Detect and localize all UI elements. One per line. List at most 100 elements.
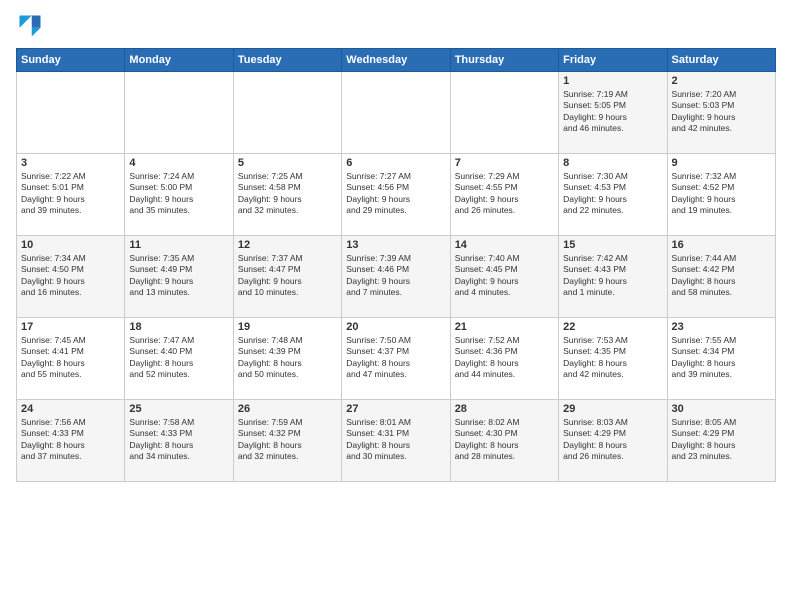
header	[16, 12, 776, 40]
day-number: 14	[455, 239, 554, 251]
day-number: 3	[21, 157, 120, 169]
day-info: Sunrise: 7:24 AM Sunset: 5:00 PM Dayligh…	[129, 171, 228, 217]
day-info: Sunrise: 7:44 AM Sunset: 4:42 PM Dayligh…	[672, 253, 771, 299]
calendar-cell: 2 Sunrise: 7:20 AM Sunset: 5:03 PM Daylig…	[667, 72, 775, 154]
week-row-3: 10 Sunrise: 7:34 AM Sunset: 4:50 PM Dayli…	[17, 236, 776, 318]
calendar-cell	[17, 72, 125, 154]
day-info: Sunrise: 7:35 AM Sunset: 4:49 PM Dayligh…	[129, 253, 228, 299]
day-number: 28	[455, 403, 554, 415]
day-info: Sunrise: 7:19 AM Sunset: 5:05 PM Dayligh…	[563, 89, 662, 135]
calendar-cell: 14Sunrise: 7:40 AM Sunset: 4:45 PM Dayli…	[450, 236, 558, 318]
day-number: 16	[672, 239, 771, 251]
day-info: Sunrise: 8:05 AM Sunset: 4:29 PM Dayligh…	[672, 417, 771, 463]
day-info: Sunrise: 7:45 AM Sunset: 4:41 PM Dayligh…	[21, 335, 120, 381]
day-number: 22	[563, 321, 662, 333]
day-info: Sunrise: 7:22 AM Sunset: 5:01 PM Dayligh…	[21, 171, 120, 217]
day-info: Sunrise: 7:37 AM Sunset: 4:47 PM Dayligh…	[238, 253, 337, 299]
calendar-cell: 17 Sunrise: 7:45 AM Sunset: 4:41 PM Dayli…	[17, 318, 125, 400]
week-row-5: 24 Sunrise: 7:56 AM Sunset: 4:33 PM Dayli…	[17, 400, 776, 482]
calendar-cell	[125, 72, 233, 154]
day-info: Sunrise: 7:42 AM Sunset: 4:43 PM Dayligh…	[563, 253, 662, 299]
day-number: 5	[238, 157, 337, 169]
calendar-cell: 8 Sunrise: 7:30 AM Sunset: 4:53 PM Daylig…	[559, 154, 667, 236]
day-number: 17	[21, 321, 120, 333]
calendar-header: SundayMondayTuesdayWednesdayThursdayFrid…	[17, 49, 776, 72]
day-number: 20	[346, 321, 445, 333]
day-number: 12	[238, 239, 337, 251]
day-number: 2	[672, 75, 771, 87]
day-info: Sunrise: 7:29 AM Sunset: 4:55 PM Dayligh…	[455, 171, 554, 217]
calendar-cell: 23Sunrise: 7:55 AM Sunset: 4:34 PM Dayli…	[667, 318, 775, 400]
weekday-header-row: SundayMondayTuesdayWednesdayThursdayFrid…	[17, 49, 776, 72]
calendar-cell: 1Sunrise: 7:19 AM Sunset: 5:05 PM Daylig…	[559, 72, 667, 154]
day-number: 18	[129, 321, 228, 333]
calendar-cell	[450, 72, 558, 154]
calendar-cell: 15 Sunrise: 7:42 AM Sunset: 4:43 PM Dayli…	[559, 236, 667, 318]
calendar-body: 1Sunrise: 7:19 AM Sunset: 5:05 PM Daylig…	[17, 72, 776, 482]
weekday-tuesday: Tuesday	[233, 49, 341, 72]
day-info: Sunrise: 7:55 AM Sunset: 4:34 PM Dayligh…	[672, 335, 771, 381]
day-number: 4	[129, 157, 228, 169]
calendar-cell: 28 Sunrise: 8:02 AM Sunset: 4:30 PM Dayli…	[450, 400, 558, 482]
day-number: 24	[21, 403, 120, 415]
day-number: 21	[455, 321, 554, 333]
day-number: 10	[21, 239, 120, 251]
day-info: Sunrise: 7:47 AM Sunset: 4:40 PM Dayligh…	[129, 335, 228, 381]
day-number: 11	[129, 239, 228, 251]
day-number: 15	[563, 239, 662, 251]
calendar-cell: 26Sunrise: 7:59 AM Sunset: 4:32 PM Dayli…	[233, 400, 341, 482]
day-info: Sunrise: 7:50 AM Sunset: 4:37 PM Dayligh…	[346, 335, 445, 381]
day-number: 13	[346, 239, 445, 251]
calendar-cell: 16 Sunrise: 7:44 AM Sunset: 4:42 PM Dayli…	[667, 236, 775, 318]
day-info: Sunrise: 7:52 AM Sunset: 4:36 PM Dayligh…	[455, 335, 554, 381]
day-number: 25	[129, 403, 228, 415]
day-number: 6	[346, 157, 445, 169]
day-info: Sunrise: 7:27 AM Sunset: 4:56 PM Dayligh…	[346, 171, 445, 217]
calendar-cell: 6 Sunrise: 7:27 AM Sunset: 4:56 PM Daylig…	[342, 154, 450, 236]
weekday-friday: Friday	[559, 49, 667, 72]
logo	[16, 12, 48, 40]
day-info: Sunrise: 7:53 AM Sunset: 4:35 PM Dayligh…	[563, 335, 662, 381]
day-number: 26	[238, 403, 337, 415]
calendar-cell: 9 Sunrise: 7:32 AM Sunset: 4:52 PM Daylig…	[667, 154, 775, 236]
calendar-cell: 7 Sunrise: 7:29 AM Sunset: 4:55 PM Daylig…	[450, 154, 558, 236]
day-info: Sunrise: 8:03 AM Sunset: 4:29 PM Dayligh…	[563, 417, 662, 463]
weekday-sunday: Sunday	[17, 49, 125, 72]
calendar: SundayMondayTuesdayWednesdayThursdayFrid…	[16, 48, 776, 482]
day-number: 9	[672, 157, 771, 169]
calendar-cell: 20 Sunrise: 7:50 AM Sunset: 4:37 PM Dayli…	[342, 318, 450, 400]
day-number: 7	[455, 157, 554, 169]
weekday-wednesday: Wednesday	[342, 49, 450, 72]
day-info: Sunrise: 7:32 AM Sunset: 4:52 PM Dayligh…	[672, 171, 771, 217]
calendar-cell: 3 Sunrise: 7:22 AM Sunset: 5:01 PM Daylig…	[17, 154, 125, 236]
calendar-cell: 13 Sunrise: 7:39 AM Sunset: 4:46 PM Dayli…	[342, 236, 450, 318]
day-info: Sunrise: 7:25 AM Sunset: 4:58 PM Dayligh…	[238, 171, 337, 217]
week-row-1: 1Sunrise: 7:19 AM Sunset: 5:05 PM Daylig…	[17, 72, 776, 154]
calendar-cell: 19Sunrise: 7:48 AM Sunset: 4:39 PM Dayli…	[233, 318, 341, 400]
calendar-cell: 30 Sunrise: 8:05 AM Sunset: 4:29 PM Dayli…	[667, 400, 775, 482]
day-info: Sunrise: 7:30 AM Sunset: 4:53 PM Dayligh…	[563, 171, 662, 217]
weekday-monday: Monday	[125, 49, 233, 72]
day-number: 8	[563, 157, 662, 169]
day-info: Sunrise: 8:02 AM Sunset: 4:30 PM Dayligh…	[455, 417, 554, 463]
calendar-cell	[233, 72, 341, 154]
logo-icon	[16, 12, 44, 40]
day-info: Sunrise: 7:20 AM Sunset: 5:03 PM Dayligh…	[672, 89, 771, 135]
calendar-cell: 25Sunrise: 7:58 AM Sunset: 4:33 PM Dayli…	[125, 400, 233, 482]
calendar-cell: 4 Sunrise: 7:24 AM Sunset: 5:00 PM Daylig…	[125, 154, 233, 236]
page: SundayMondayTuesdayWednesdayThursdayFrid…	[0, 0, 792, 612]
week-row-2: 3 Sunrise: 7:22 AM Sunset: 5:01 PM Daylig…	[17, 154, 776, 236]
day-info: Sunrise: 7:34 AM Sunset: 4:50 PM Dayligh…	[21, 253, 120, 299]
calendar-cell	[342, 72, 450, 154]
day-number: 30	[672, 403, 771, 415]
weekday-thursday: Thursday	[450, 49, 558, 72]
calendar-cell: 27Sunrise: 8:01 AM Sunset: 4:31 PM Dayli…	[342, 400, 450, 482]
day-number: 27	[346, 403, 445, 415]
calendar-cell: 12 Sunrise: 7:37 AM Sunset: 4:47 PM Dayli…	[233, 236, 341, 318]
weekday-saturday: Saturday	[667, 49, 775, 72]
calendar-cell: 29Sunrise: 8:03 AM Sunset: 4:29 PM Dayli…	[559, 400, 667, 482]
calendar-cell: 10 Sunrise: 7:34 AM Sunset: 4:50 PM Dayli…	[17, 236, 125, 318]
day-info: Sunrise: 7:56 AM Sunset: 4:33 PM Dayligh…	[21, 417, 120, 463]
calendar-cell: 18 Sunrise: 7:47 AM Sunset: 4:40 PM Dayli…	[125, 318, 233, 400]
day-info: Sunrise: 7:39 AM Sunset: 4:46 PM Dayligh…	[346, 253, 445, 299]
